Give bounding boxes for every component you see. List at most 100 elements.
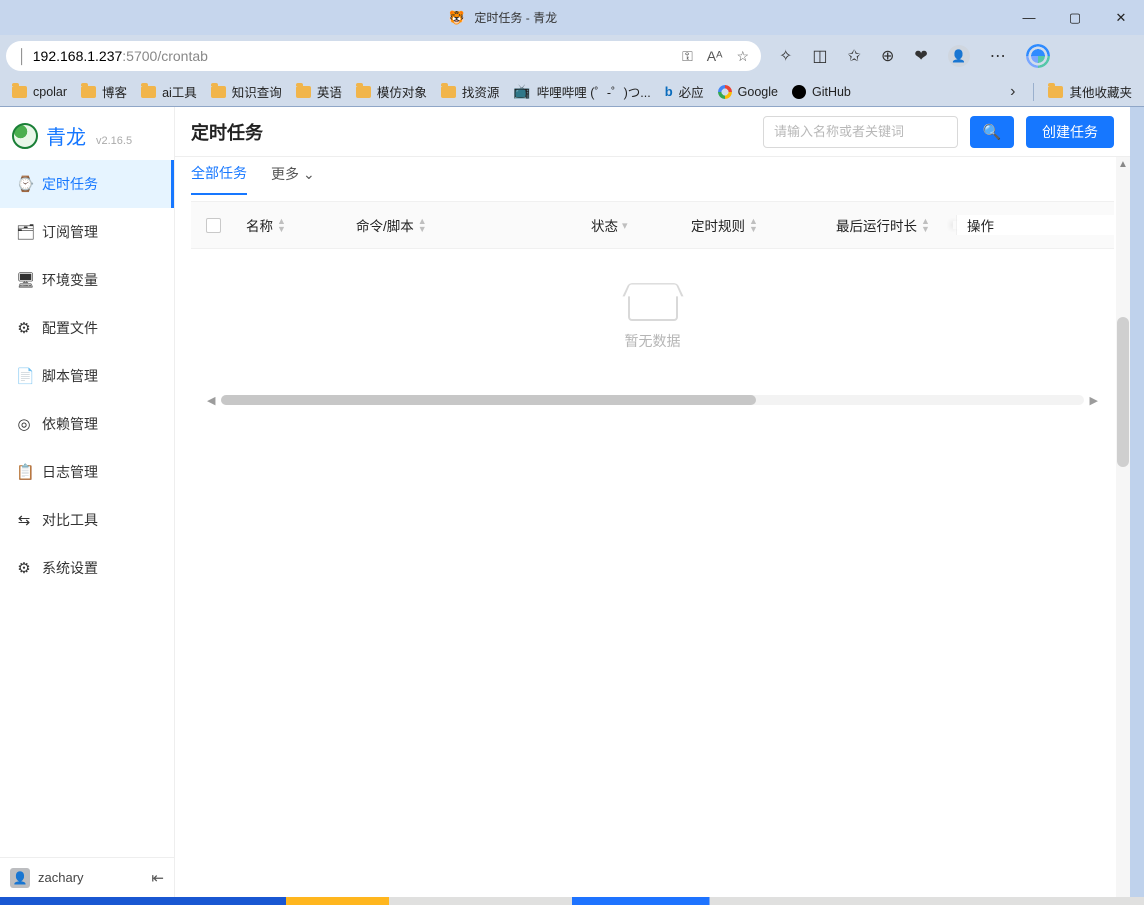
window-controls: — ▢ ✕ [1006, 0, 1144, 35]
user-icon: 👤 [10, 868, 30, 888]
folder-icon [441, 86, 456, 98]
scroll-thumb[interactable] [1117, 317, 1129, 467]
th-cron[interactable]: 定时规则 ▲▼ [681, 215, 826, 235]
google-icon [718, 85, 732, 99]
sidebar-item-1[interactable]: 🗂订阅管理 [0, 208, 174, 256]
scroll-left-icon[interactable]: ◀ [207, 394, 215, 407]
tabs: 全部任务 更多 ⌄ [175, 157, 1130, 201]
bookmark-other[interactable]: 其他收藏夹 [1044, 80, 1136, 103]
text-size-icon[interactable]: Aᴬ [707, 48, 723, 65]
bookmark-knowledge[interactable]: 知识查询 [207, 80, 286, 103]
bing-icon: b [665, 84, 673, 99]
sidebar-item-3[interactable]: ⚙配置文件 [0, 304, 174, 352]
horizontal-scrollbar[interactable]: ◀ ▶ [207, 393, 1098, 407]
folder-icon [1048, 86, 1063, 98]
bookmark-bili[interactable]: 📺哔哩哔哩 (゜-゜)つ... [509, 80, 654, 103]
bookmarks-overflow-icon[interactable]: › [1002, 83, 1023, 101]
filter-icon: ▾ [622, 219, 628, 232]
th-script[interactable]: 命令/脚本 ▲▼ [346, 215, 581, 235]
sort-icon: ▲▼ [921, 217, 930, 233]
main: 定时任务 🔍 创建任务 全部任务 更多 ⌄ 名称 ▲▼ [175, 107, 1130, 897]
vertical-scrollbar[interactable]: ▲ [1116, 157, 1130, 897]
page-header: 定时任务 🔍 创建任务 [175, 107, 1130, 157]
maximize-button[interactable]: ▢ [1052, 0, 1098, 35]
scroll-up-icon[interactable]: ▲ [1118, 159, 1128, 170]
collapse-icon[interactable]: ⇤ [151, 869, 164, 887]
menu-icon: 📋 [16, 463, 32, 481]
window-resize-edge[interactable] [1130, 107, 1144, 897]
sidebar-item-label: 配置文件 [42, 318, 98, 338]
bookmark-cpolar[interactable]: cpolar [8, 83, 71, 101]
create-task-button[interactable]: 创建任务 [1026, 116, 1114, 148]
url-input[interactable]: │ 192.168.1.237:5700/crontab ⚿ Aᴬ ☆ [6, 41, 761, 71]
menu-icon: ⇆ [16, 511, 32, 529]
bookmark-bing[interactable]: b必应 [661, 80, 708, 103]
extensions-icon[interactable]: ✧ [779, 46, 792, 66]
sidebar-item-8[interactable]: ⚙系统设置 [0, 544, 174, 592]
split-icon[interactable]: ◫ [812, 46, 827, 66]
folder-icon [356, 86, 371, 98]
app: 青龙 v2.16.5 ⌚定时任务🗂订阅管理🖥环境变量⚙配置文件📄脚本管理◎依赖管… [0, 107, 1130, 897]
username[interactable]: zachary [38, 870, 84, 885]
tab-all[interactable]: 全部任务 [191, 163, 247, 195]
browser-titlebar: 🐯 定时任务 - 青龙 — ▢ ✕ [0, 0, 1144, 35]
select-all-checkbox[interactable] [206, 218, 221, 233]
window-title: 🐯 定时任务 - 青龙 [0, 9, 1006, 26]
bookmark-blog[interactable]: 博客 [77, 80, 131, 103]
github-icon [792, 85, 806, 99]
close-button[interactable]: ✕ [1098, 0, 1144, 35]
bilibili-icon: 📺 [513, 83, 530, 100]
chevron-down-icon: ⌄ [303, 166, 315, 183]
sort-icon: ▲▼ [277, 217, 286, 233]
sidebar-item-4[interactable]: 📄脚本管理 [0, 352, 174, 400]
page-title: 定时任务 [191, 119, 263, 145]
url-host: 192.168.1.237 [33, 48, 123, 64]
bookmark-ai[interactable]: ai工具 [137, 80, 201, 103]
empty-text: 暂无数据 [625, 331, 681, 351]
sidebar-item-label: 日志管理 [42, 462, 98, 482]
sidebar-item-0[interactable]: ⌚定时任务 [0, 160, 174, 208]
empty-state: 暂无数据 [191, 249, 1114, 389]
bookmark-english[interactable]: 英语 [292, 80, 346, 103]
folder-icon [296, 86, 311, 98]
sidebar-item-6[interactable]: 📋 日志管理 [0, 448, 174, 496]
sidebar: 青龙 v2.16.5 ⌚定时任务🗂订阅管理🖥环境变量⚙配置文件📄脚本管理◎依赖管… [0, 107, 175, 897]
sidebar-item-7[interactable]: ⇆对比工具 [0, 496, 174, 544]
menu-icon: ⚙ [16, 559, 32, 577]
scroll-track[interactable] [221, 395, 1083, 405]
menu-icon: ◎ [16, 415, 32, 433]
search-button[interactable]: 🔍 [970, 116, 1014, 148]
copilot-icon[interactable] [1026, 44, 1050, 68]
tab-more-label: 更多 [271, 164, 299, 184]
brand: 青龙 v2.16.5 [0, 107, 174, 160]
bookmark-mimic[interactable]: 模仿对象 [352, 80, 431, 103]
scroll-right-icon[interactable]: ▶ [1090, 394, 1098, 407]
performance-icon[interactable]: ❤︎ [914, 46, 927, 66]
th-status[interactable]: 状态 ▾ [581, 215, 681, 235]
more-icon[interactable]: ⋯ [990, 46, 1006, 66]
collections-icon[interactable]: ⊕ [881, 46, 894, 66]
minimize-button[interactable]: — [1006, 0, 1052, 35]
sort-icon: ▲▼ [749, 217, 758, 233]
sidebar-footer: 👤 zachary ⇤ [0, 857, 174, 897]
sidebar-item-2[interactable]: 🖥环境变量 [0, 256, 174, 304]
window-title-text: 定时任务 - 青龙 [474, 11, 557, 25]
th-op: 操作 [956, 215, 1114, 235]
th-name[interactable]: 名称 ▲▼ [236, 215, 346, 235]
sidebar-item-5[interactable]: ◎ 依赖管理 [0, 400, 174, 448]
search-input[interactable] [763, 116, 958, 148]
folder-icon [211, 86, 226, 98]
key-icon[interactable]: ⚿ [682, 48, 693, 65]
bookmark-google[interactable]: Google [714, 83, 782, 101]
tab-more[interactable]: 更多 ⌄ [271, 164, 315, 194]
bookmark-resource[interactable]: 找资源 [437, 80, 504, 103]
table-header: 名称 ▲▼ 命令/脚本 ▲▼ 状态 ▾ 定时规则 ▲▼ 最后运行时长 ▲▼ [191, 201, 1114, 249]
bookmark-github[interactable]: GitHub [788, 83, 855, 101]
scroll-thumb[interactable] [221, 395, 755, 405]
favorites-icon[interactable]: ✩ [848, 46, 861, 66]
sidebar-item-label: 依赖管理 [42, 414, 98, 434]
profile-avatar-icon[interactable]: 👤 [948, 45, 970, 67]
menu-icon: 📄 [16, 367, 32, 385]
th-last[interactable]: 最后运行时长 ▲▼ [826, 215, 956, 235]
favorite-icon[interactable]: ☆ [736, 48, 749, 65]
